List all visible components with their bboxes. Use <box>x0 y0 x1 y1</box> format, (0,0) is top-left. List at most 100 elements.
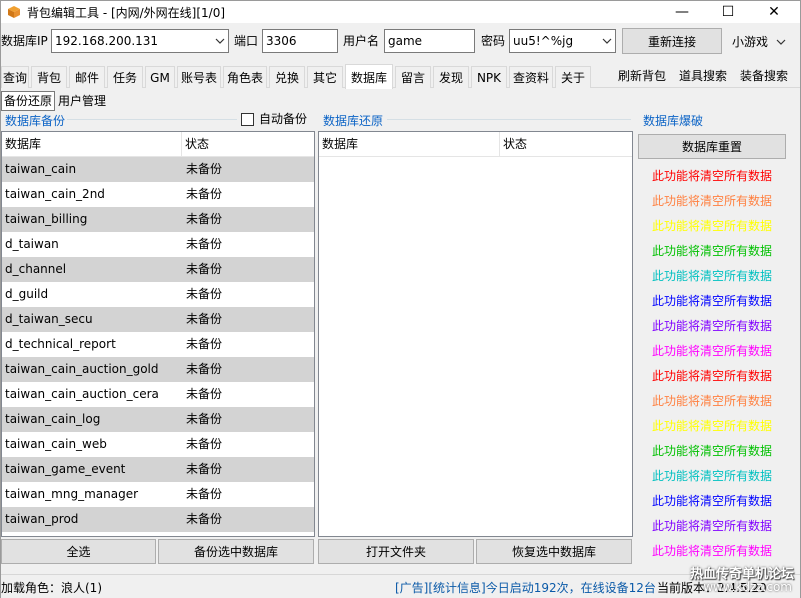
warning-text: 此功能将清空所有数据 <box>651 169 772 183</box>
password-value: uu5!^%jg <box>513 34 574 48</box>
tab-3[interactable]: 任务 <box>107 66 143 88</box>
minigame-menu[interactable]: 小游戏 <box>732 33 786 50</box>
port-input[interactable]: 3306 <box>262 29 338 53</box>
user-value: game <box>388 34 423 48</box>
db-ip-combo[interactable]: 192.168.200.131 <box>51 29 229 53</box>
db-ip-label: 数据库IP <box>1 34 48 48</box>
tab-2[interactable]: 邮件 <box>69 66 105 88</box>
status-cell: 未备份 <box>186 212 223 226</box>
warning-text: 此功能将清空所有数据 <box>651 494 772 508</box>
status-cell: 未备份 <box>186 262 223 276</box>
restore-selected-label: 恢复选中数据库 <box>511 545 596 559</box>
restore-grid[interactable]: 数据库 状态 <box>318 131 633 537</box>
status-cell: 未备份 <box>186 362 223 376</box>
tab-9[interactable]: 数据库 <box>345 64 393 89</box>
chevron-down-icon <box>776 39 786 45</box>
status-cell: 未备份 <box>186 312 223 326</box>
warning-text: 此功能将清空所有数据 <box>651 469 772 483</box>
tab-4[interactable]: GM <box>145 66 175 88</box>
package-icon <box>8 6 20 18</box>
warning-text: 此功能将清空所有数据 <box>651 294 772 308</box>
table-row[interactable]: taiwan_game_event 未备份 <box>2 457 314 482</box>
password-combo[interactable]: uu5!^%jg <box>509 29 616 53</box>
db-name-cell: taiwan_prod <box>5 512 79 526</box>
equip-search-button[interactable]: 装备搜索 <box>740 67 788 84</box>
loaded-character-status: 加载角色：浪人(1) <box>1 581 102 595</box>
table-row[interactable]: d_technical_report 未备份 <box>2 332 314 357</box>
tab-12[interactable]: NPK <box>471 66 507 88</box>
col-status-header[interactable]: 状态 <box>182 132 314 157</box>
tab-14[interactable]: 关于 <box>555 66 591 88</box>
divider <box>387 119 631 120</box>
status-cell: 未备份 <box>186 487 223 501</box>
table-row[interactable]: d_guild 未备份 <box>2 282 314 307</box>
db-name-cell: taiwan_game_event <box>5 462 126 476</box>
user-input[interactable]: game <box>384 29 475 53</box>
table-row[interactable]: taiwan_mng_manager 未备份 <box>2 482 314 507</box>
warning-text: 此功能将清空所有数据 <box>651 519 772 533</box>
title-bar[interactable]: 背包编辑工具 - [内网/外网在线][1/0] — ☐ ✕ <box>1 1 800 23</box>
backup-grid[interactable]: 数据库 状态 taiwan_cain 未备份 taiwan_cain_2nd 未备份 t… <box>1 131 315 537</box>
table-row[interactable]: taiwan_cain_log 未备份 <box>2 407 314 432</box>
warning-text: 此功能将清空所有数据 <box>651 369 772 383</box>
table-row[interactable]: taiwan_cain_auction_cera 未备份 <box>2 382 314 407</box>
open-folder-button[interactable]: 打开文件夹 <box>318 539 474 564</box>
warning-text: 此功能将清空所有数据 <box>651 419 772 433</box>
auto-backup-checkbox[interactable] <box>241 113 254 126</box>
ad-status[interactable]: [广告][统计信息]今日启动192次，在线设备12台 <box>395 579 656 596</box>
db-name-cell: d_channel <box>5 262 67 276</box>
backup-section-title: 数据库备份 <box>5 114 66 128</box>
reconnect-button[interactable]: 重新连接 <box>622 28 722 54</box>
table-row[interactable]: d_taiwan 未备份 <box>2 232 314 257</box>
backup-selected-button[interactable]: 备份选中数据库 <box>158 539 314 564</box>
tab-8[interactable]: 其它 <box>307 66 343 88</box>
close-button[interactable]: ✕ <box>751 1 797 23</box>
col-status-header[interactable]: 状态 <box>500 132 632 157</box>
close-icon: ✕ <box>768 4 780 20</box>
tab-1[interactable]: 背包 <box>31 66 67 88</box>
db-name-cell: taiwan_cain_auction_cera <box>5 387 159 401</box>
app-window: 背包编辑工具 - [内网/外网在线][1/0] — ☐ ✕ 数据库IP 192.… <box>0 0 801 598</box>
tab-7[interactable]: 兑换 <box>269 66 305 88</box>
chevron-down-icon <box>215 38 225 44</box>
tab-5[interactable]: 账号表 <box>177 66 221 88</box>
table-row[interactable]: taiwan_cain_2nd 未备份 <box>2 182 314 207</box>
table-row[interactable]: taiwan_cain_web 未备份 <box>2 432 314 457</box>
backup-selected-label: 备份选中数据库 <box>193 545 278 559</box>
status-cell: 未备份 <box>186 287 223 301</box>
db-reset-label: 数据库重置 <box>681 140 742 154</box>
warning-text: 此功能将清空所有数据 <box>651 244 772 258</box>
maximize-button[interactable]: ☐ <box>705 1 751 23</box>
table-row[interactable]: taiwan_billing 未备份 <box>2 207 314 232</box>
tab-6[interactable]: 角色表 <box>223 66 267 88</box>
table-row[interactable]: taiwan_prod 未备份 <box>2 507 314 532</box>
restore-selected-button[interactable]: 恢复选中数据库 <box>476 539 632 564</box>
subtab-backup-restore[interactable]: 备份还原 <box>1 91 56 111</box>
db-name-cell: taiwan_cain_log <box>5 412 101 426</box>
status-cell: 未备份 <box>186 237 223 251</box>
table-row[interactable]: d_channel 未备份 <box>2 257 314 282</box>
tab-10[interactable]: 留言 <box>395 66 431 88</box>
item-search-button[interactable]: 道具搜索 <box>679 67 727 84</box>
db-name-cell: d_technical_report <box>5 337 116 351</box>
tab-11[interactable]: 发现 <box>433 66 469 88</box>
table-row[interactable]: taiwan_cain 未备份 <box>2 157 314 182</box>
minimize-button[interactable]: — <box>659 1 705 23</box>
col-db-header[interactable]: 数据库 <box>319 132 500 157</box>
table-row[interactable]: taiwan_cain_auction_gold 未备份 <box>2 357 314 382</box>
status-cell: 未备份 <box>186 387 223 401</box>
reconnect-label: 重新连接 <box>647 34 696 49</box>
subtab-user-management[interactable]: 用户管理 <box>55 91 109 111</box>
warning-text: 此功能将清空所有数据 <box>651 219 772 233</box>
status-cell: 未备份 <box>186 412 223 426</box>
col-db-header[interactable]: 数据库 <box>2 132 182 157</box>
tab-13[interactable]: 查资料 <box>509 66 553 88</box>
status-cell: 未备份 <box>186 337 223 351</box>
tab-0[interactable]: 查询 <box>1 66 29 88</box>
select-all-button[interactable]: 全选 <box>1 539 156 564</box>
db-reset-button[interactable]: 数据库重置 <box>638 134 786 159</box>
refresh-bag-button[interactable]: 刷新背包 <box>618 67 666 84</box>
warning-text: 此功能将清空所有数据 <box>651 319 772 333</box>
select-all-label: 全选 <box>66 545 91 559</box>
table-row[interactable]: d_taiwan_secu 未备份 <box>2 307 314 332</box>
